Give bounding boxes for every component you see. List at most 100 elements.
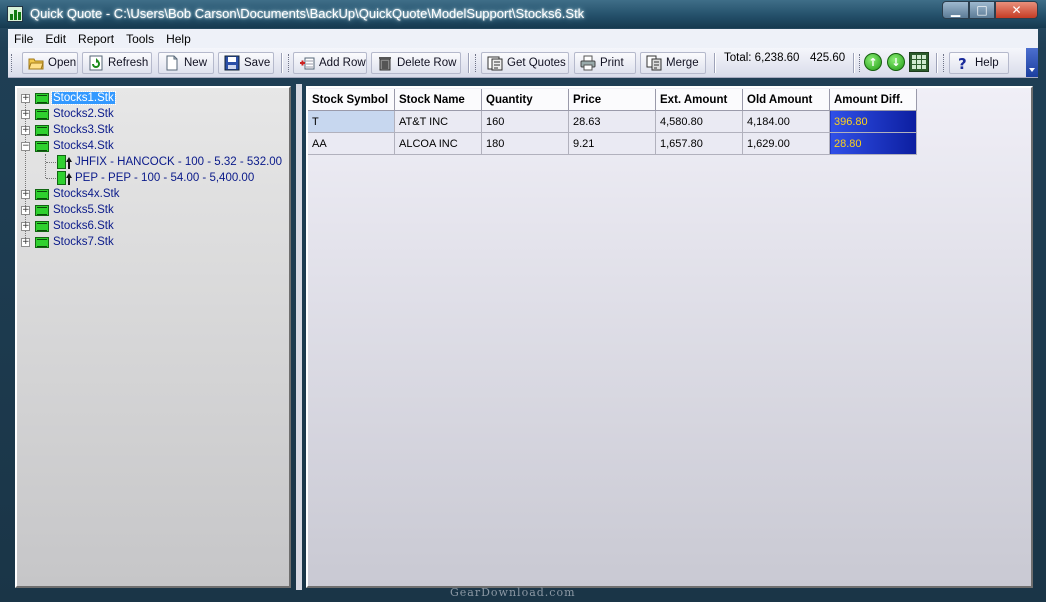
tree-node-label[interactable]: Stocks3.Stk [52,124,115,136]
tree-child-label[interactable]: PEP - PEP - 100 - 54.00 - 5,400.00 [74,172,255,184]
expand-toggle[interactable]: + [21,125,30,135]
tree-node[interactable]: + Stocks3.Stk [21,122,283,138]
pane-splitter[interactable] [296,84,302,590]
close-button[interactable]: ✕ [995,1,1038,19]
toolbar-overflow-chevron[interactable] [1026,48,1038,77]
stock-up-arrow-icon [57,154,72,170]
tree-child-node[interactable]: PEP - PEP - 100 - 54.00 - 5,400.00 [21,170,283,186]
cell-name[interactable]: ALCOA INC [394,132,482,155]
merge-label: Merge [666,57,699,69]
cell-price[interactable]: 9.21 [568,132,656,155]
expand-toggle[interactable]: + [21,221,30,231]
printer-icon [580,55,596,71]
print-label: Print [600,57,624,69]
menu-tools[interactable]: Tools [120,32,160,46]
menu-edit[interactable]: Edit [39,32,72,46]
toolbar-separator [936,53,938,73]
cell-old-amount[interactable]: 1,629.00 [742,132,830,155]
cell-ext-amount[interactable]: 1,657.80 [655,132,743,155]
tree-node[interactable]: + Stocks1.Stk [21,90,283,106]
tree-node[interactable]: + Stocks7.Stk [21,234,283,250]
refresh-button[interactable]: Refresh [82,52,152,74]
column-header-amount-diff[interactable]: Amount Diff. [829,89,917,111]
floppy-disk-icon [224,55,240,71]
cell-symbol[interactable]: AA [308,132,395,155]
tree-node-label[interactable]: Stocks4x.Stk [52,188,120,200]
tree-node-label[interactable]: Stocks5.Stk [52,204,115,216]
tree-node-label[interactable]: Stocks4.Stk [52,140,115,152]
toolbar: Open Refresh New Save Add Row Delete Row [8,48,1038,78]
column-header-name[interactable]: Stock Name [394,89,482,111]
title-bar[interactable]: Quick Quote - C:\Users\Bob Carson\Docume… [0,0,1046,28]
help-button[interactable]: ? Help [949,52,1009,74]
cell-amount-diff[interactable]: 28.80 [829,132,917,155]
tree-node[interactable]: + Stocks6.Stk [21,218,283,234]
expand-toggle[interactable]: + [21,189,30,199]
expand-toggle[interactable]: + [21,237,30,247]
cell-ext-amount[interactable]: 4,580.80 [655,110,743,133]
add-row-label: Add Row [319,57,366,69]
add-row-button[interactable]: Add Row [293,52,367,74]
expand-toggle[interactable]: + [21,93,30,103]
tree-node-label[interactable]: Stocks1.Stk [51,91,116,105]
toolbar-separator [853,53,855,73]
cell-symbol[interactable]: T [308,110,395,133]
tree-node-label[interactable]: Stocks7.Stk [52,236,115,248]
watermark: GearDownload.com [450,586,576,599]
cell-old-amount[interactable]: 4,184.00 [742,110,830,133]
cell-amount-diff[interactable]: 396.80 [829,110,917,133]
cell-quantity[interactable]: 160 [481,110,569,133]
move-down-button[interactable]: ↓ [887,53,905,71]
calculator-button[interactable] [909,52,929,72]
refresh-label: Refresh [108,57,149,69]
tree-child-node[interactable]: JHFIX - HANCOCK - 100 - 5.32 - 532.00 [21,154,283,170]
toolbar-grip[interactable] [943,54,946,72]
menu-report[interactable]: Report [72,32,120,46]
cell-price[interactable]: 28.63 [568,110,656,133]
cell-name[interactable]: AT&T INC [394,110,482,133]
new-button[interactable]: New [158,52,214,74]
toolbar-grip[interactable] [288,54,291,72]
move-up-button[interactable]: ↑ [864,53,882,71]
column-header-quantity[interactable]: Quantity [481,89,569,111]
tree-node[interactable]: + Stocks4x.Stk [21,186,283,202]
tree-child-label[interactable]: JHFIX - HANCOCK - 100 - 5.32 - 532.00 [74,156,283,168]
toolbar-grip[interactable] [475,54,478,72]
print-button[interactable]: Print [574,52,636,74]
column-header-old-amount[interactable]: Old Amount [742,89,830,111]
maximize-button[interactable]: □ [969,1,995,19]
expand-toggle[interactable]: + [21,205,30,215]
window-title: Quick Quote - C:\Users\Bob Carson\Docume… [30,6,585,21]
toolbar-grip[interactable] [11,54,14,72]
minimize-button[interactable]: ▁ [942,1,969,19]
save-button[interactable]: Save [218,52,274,74]
tree-node[interactable]: − Stocks4.Stk [21,138,283,154]
tree-node-label[interactable]: Stocks2.Stk [52,108,115,120]
merge-button[interactable]: Merge [640,52,706,74]
tree-node[interactable]: + Stocks2.Stk [21,106,283,122]
file-tree-pane[interactable]: + Stocks1.Stk + Stocks2.Stk + Stocks3.St… [15,86,291,588]
stock-up-arrow-icon [57,170,72,186]
column-header-price[interactable]: Price [568,89,656,111]
delete-row-button[interactable]: Delete Row [371,52,461,74]
trash-icon [377,55,393,71]
collapse-toggle[interactable]: − [21,141,30,151]
menu-help[interactable]: Help [160,32,197,46]
new-document-icon [164,55,180,71]
table-row[interactable]: T AT&T INC 160 28.63 4,580.80 4,184.00 3… [308,110,917,133]
toolbar-grip[interactable] [859,54,862,72]
cell-quantity[interactable]: 180 [481,132,569,155]
get-quotes-button[interactable]: Get Quotes [481,52,569,74]
tree-node[interactable]: + Stocks5.Stk [21,202,283,218]
stock-grid-pane[interactable]: Stock Symbol Stock Name Quantity Price E… [306,86,1033,588]
tree-node-label[interactable]: Stocks6.Stk [52,220,115,232]
grid-header-row: Stock Symbol Stock Name Quantity Price E… [308,89,917,111]
column-header-ext-amount[interactable]: Ext. Amount [655,89,743,111]
merge-icon [646,55,662,71]
expand-toggle[interactable]: + [21,109,30,119]
open-button[interactable]: Open [22,52,78,74]
open-label: Open [48,57,77,69]
column-header-symbol[interactable]: Stock Symbol [308,89,395,111]
menu-file[interactable]: File [8,32,39,46]
table-row[interactable]: AA ALCOA INC 180 9.21 1,657.80 1,629.00 … [308,132,917,155]
